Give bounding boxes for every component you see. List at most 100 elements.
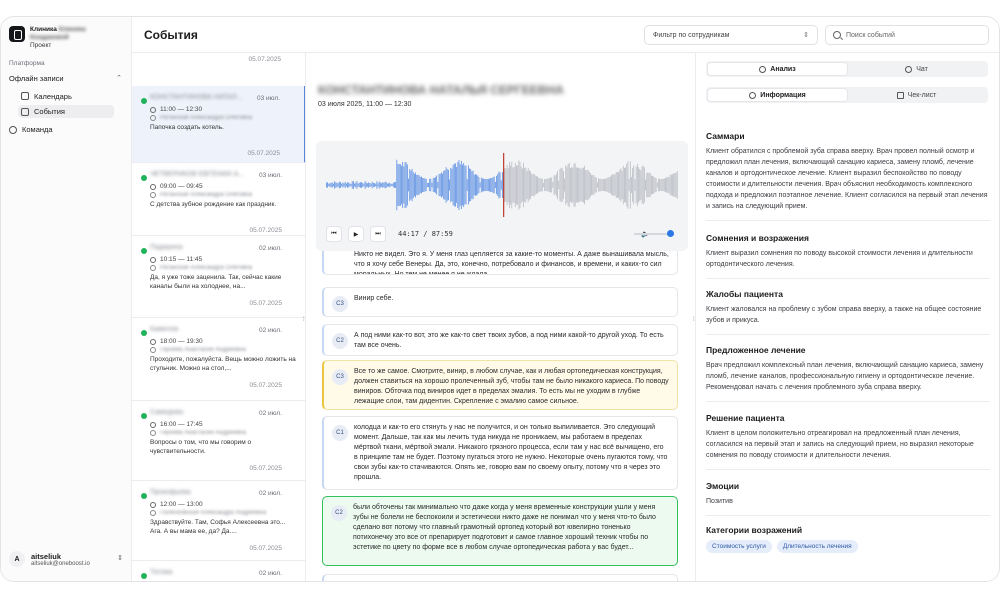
waveform-bar [430, 178, 432, 192]
waveform[interactable] [326, 153, 678, 217]
skip-back-button[interactable]: ⏮ [326, 226, 342, 242]
checkbox-icon [896, 91, 904, 99]
transcript-message[interactable]: C3 Винир себе. [322, 287, 678, 317]
transcript-message[interactable]: C2 А под ними как-то вот, это же как-то с… [322, 324, 678, 356]
transcript-message[interactable]: C3Пока привести в порядок кариесы. Дальш… [322, 574, 678, 581]
event-card[interactable]: Камелов 02 июл. 18:00 — 19:30 Героева Анаст… [132, 318, 305, 401]
tab-checklist[interactable]: Чек-лист [847, 89, 986, 101]
sidebar-group-offline[interactable]: Офлайн записи [9, 74, 64, 83]
waveform-bar [370, 183, 372, 187]
waveform-bar [484, 178, 486, 192]
event-card[interactable]: КОНСТАНТИНОВА НАТАЛ... 03 июл. 11:00 — 12:… [132, 86, 305, 163]
waveform-bar [412, 171, 414, 199]
waveform-bar [537, 176, 538, 194]
event-card[interactable]: Прокофьева 02 июл. 12:00 — 13:00 Полесковск… [132, 481, 305, 561]
event-time-text: 09:00 — 09:45 [160, 183, 203, 190]
conversation-date: 03 июля 2025, 11:00 — 12:30 [318, 101, 412, 108]
chevron-updown-icon[interactable]: ⇕ [117, 554, 123, 562]
category-pill[interactable]: Длительность лечения [776, 540, 858, 553]
status-dot [141, 573, 147, 579]
user-menu[interactable]: A aitseliuk aitseliuk@oneboost.io ⇕ [9, 547, 125, 571]
sidebar-item-label: Календарь [34, 91, 72, 101]
event-updated: 05.07.2025 [247, 150, 280, 157]
speaker-badge: C3 [332, 296, 348, 312]
waveform-bar [536, 176, 537, 194]
event-card[interactable]: Титова02 июл.09:00 — 10:00Героева Анаста… [132, 561, 305, 582]
waveform-bar [572, 167, 574, 203]
waveform-bar [444, 170, 446, 200]
event-patient-name: ЧЕТВЕРИКОВ ЕВГЕНИЙ А... [150, 171, 245, 178]
waveform-bar [379, 182, 381, 188]
tab-analysis[interactable]: Анализ [708, 63, 847, 75]
brand[interactable]: Клиника Клиника Кондаковой Проект [30, 26, 120, 50]
transcript-message[interactable]: C1 колодца и как-то его стянуть у нас не … [322, 416, 678, 490]
sidebar-item-team[interactable]: Команда [9, 125, 53, 134]
logo-icon [9, 26, 25, 42]
waveform-bar [559, 169, 561, 201]
event-card[interactable]: ЧЕТВЕРИКОВ ЕВГЕНИЙ А... 03 июл. 09:00 — 09… [132, 163, 305, 236]
waveform-bar [364, 181, 366, 189]
event-date: 02 июл. [259, 490, 282, 497]
event-card[interactable]: Падерина 02 июл. 10:15 — 11:45 Ратанская Ал… [132, 236, 305, 318]
waveform-bar [341, 183, 343, 187]
waveform-bar [519, 161, 521, 209]
tab-chat[interactable]: Чат [847, 63, 986, 75]
chevron-up-icon[interactable]: ⌃ [116, 74, 122, 82]
waveform-bar [506, 164, 508, 206]
waveform-bar [534, 175, 536, 195]
events-list[interactable]: 05.07.2025 КОНСТАНТИНОВА НАТАЛ... 03 июл.… [132, 53, 306, 582]
event-card[interactable]: Самедова 02 июл. 16:00 — 17:45 Героева Анас… [132, 401, 305, 481]
event-date: 02 июл. [259, 570, 282, 577]
sidebar-item-calendar[interactable]: Календарь [21, 90, 115, 102]
player-controls: ⏮ ▶ ⏭ 44:17 / 87:59 🔈 [326, 225, 678, 243]
waveform-bar [499, 172, 501, 198]
user-icon [150, 192, 156, 198]
waveform-bar [674, 172, 676, 198]
waveform-bar [498, 171, 500, 199]
transcript-message[interactable]: C3 Все то же самое. Смотрите, винир, в лю… [322, 360, 678, 410]
employee-filter-select[interactable]: Фильтр по сотрудникам ⇕ [644, 25, 818, 45]
section-text: Клиент в целом положительно отреагировал… [706, 430, 974, 459]
event-snippet: Вопросы о том, что мы говорим о чувствит… [150, 439, 252, 455]
waveform-bar [356, 181, 358, 189]
event-time-text: 09:00 — 10:00 [160, 581, 203, 582]
event-updated: 05.07.2025 [249, 382, 282, 389]
waveform-bar [436, 175, 438, 195]
waveform-bar [645, 179, 646, 191]
waveform-bar [599, 178, 601, 192]
waveform-bar [539, 178, 541, 192]
waveform-bar [457, 162, 459, 208]
waveform-bar [463, 162, 465, 208]
sidebar-item-label: События [34, 107, 65, 116]
event-doctor: Полесковская Александра Андреевна [150, 510, 296, 516]
waveform-bar [616, 171, 618, 199]
waveform-bar [523, 162, 524, 208]
event-date: 03 июл. [257, 95, 280, 102]
waveform-bar [378, 181, 380, 189]
tab-information[interactable]: Информация [708, 89, 847, 101]
playhead[interactable] [503, 153, 505, 217]
event-snippet: Папочка создать котель. [150, 124, 224, 131]
waveform-bar [521, 168, 523, 202]
transcript-message[interactable]: Никто не видел. Это я. У меня глаз цепля… [322, 251, 678, 275]
search-input[interactable]: Поиск событий [825, 25, 989, 45]
waveform-bar [601, 178, 603, 192]
waveform-bar [409, 169, 411, 201]
category-pill[interactable]: Стоимость услуги [706, 540, 772, 553]
waveform-bar [392, 182, 394, 188]
speaker-badge: C1 [332, 425, 348, 441]
volume-knob[interactable] [667, 230, 674, 237]
transcript-message[interactable]: C2 были обточены так минимально что даже … [322, 496, 678, 566]
sidebar-item-events[interactable]: События [18, 105, 114, 118]
transcript[interactable]: Никто не видел. Это я. У меня глаз цепля… [322, 251, 678, 581]
status-dot [141, 413, 147, 419]
waveform-bar [421, 176, 422, 194]
volume-slider[interactable] [634, 230, 674, 237]
waveform-bar [475, 174, 476, 196]
waveform-bar [598, 178, 600, 192]
play-button[interactable]: ▶ [348, 226, 364, 242]
skip-forward-button[interactable]: ⏭ [370, 226, 386, 242]
waveform-bar [661, 178, 663, 192]
waveform-bar [673, 173, 675, 197]
section-platform: Платформа [9, 60, 45, 67]
